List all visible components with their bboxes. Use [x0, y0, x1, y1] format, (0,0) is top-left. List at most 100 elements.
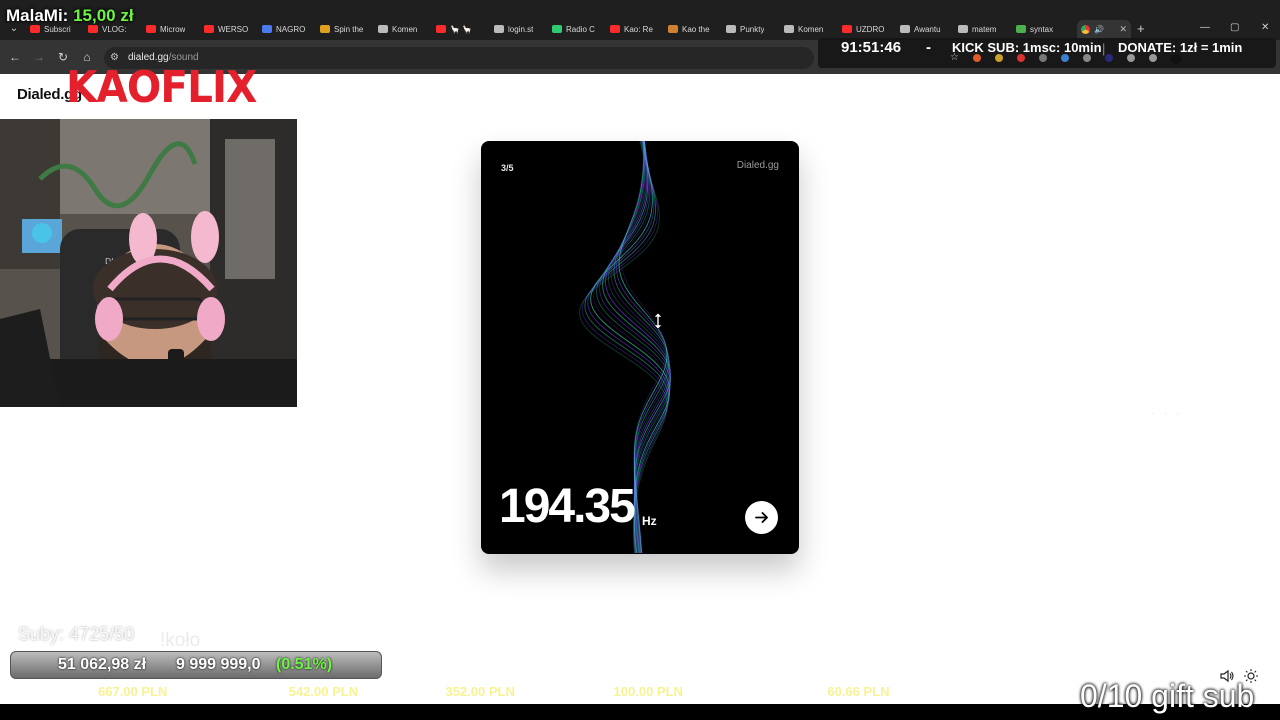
- goal-percent: (0.51%): [276, 656, 333, 673]
- top-donor-name: 1. catsookie -: [12, 684, 95, 699]
- top-donor-item: 4. Wygrana - 100.00 PLN: [533, 684, 683, 702]
- tab[interactable]: WERSO: [200, 20, 258, 38]
- tab[interactable]: UZDRO: [838, 20, 896, 38]
- tab-title: NAGRO: [276, 24, 306, 34]
- extension-icon[interactable]: [972, 54, 981, 62]
- top-donor-item: 5. kocham wersow - 60.66 PLN: [701, 684, 890, 702]
- top-donor-name: 2. James_twist -: [185, 684, 286, 699]
- next-button[interactable]: [745, 501, 778, 534]
- extension-icon[interactable]: [1060, 54, 1069, 62]
- globe-icon: [958, 25, 968, 33]
- minimize-button[interactable]: —: [1200, 22, 1210, 33]
- extension-icons: ☆: [950, 53, 1181, 64]
- close-window-button[interactable]: ✕: [1261, 22, 1269, 33]
- tab-title: Kao the: [682, 24, 710, 34]
- speaker-icon[interactable]: 🔊: [1094, 25, 1104, 34]
- tab-title: syntax: [1030, 24, 1054, 34]
- extension-icon[interactable]: [1126, 54, 1135, 62]
- globe-icon: [900, 25, 910, 33]
- new-tab-button[interactable]: +: [1137, 20, 1145, 38]
- tab[interactable]: Komen: [374, 20, 432, 38]
- extension-icon[interactable]: [1104, 54, 1113, 62]
- extension-icon[interactable]: [994, 54, 1003, 62]
- tab-title: Microw: [160, 24, 186, 34]
- top-donors-ticker: 1. catsookie - 667.00 PLN 2. James_twist …: [12, 684, 890, 702]
- tab[interactable]: Kao: Re: [606, 20, 664, 38]
- tab-title: Punkty: [740, 24, 765, 34]
- subathon-timer: 91:51:46: [841, 39, 902, 56]
- top-donor-amount: 60.66 PLN: [827, 684, 890, 699]
- donor-amount: 15,00 zł: [73, 6, 134, 25]
- profile-avatar[interactable]: [1170, 54, 1181, 64]
- wheel-command: !koło: [160, 630, 201, 651]
- tab[interactable]: Punkty: [722, 20, 780, 38]
- tab-strip: ⌄ Subscri VLOG: Microw WERSO NAGRO Spin the Ko…: [0, 0, 1280, 40]
- tab-title: login.st: [508, 24, 534, 34]
- tab-title: Spin the: [334, 24, 364, 34]
- tab-title: Komen: [798, 24, 824, 34]
- bookmark-star-icon[interactable]: ☆: [950, 53, 959, 64]
- screen: ⌄ Subscri VLOG: Microw WERSO NAGRO Spin the Ko…: [0, 0, 1280, 720]
- tab[interactable]: login.st: [490, 20, 548, 38]
- tab-close-button[interactable]: ✕: [1119, 24, 1127, 35]
- top-donor-name: 5. kocham wersow -: [700, 684, 824, 699]
- top-donor-name: 3. MalaMi -: [376, 684, 442, 699]
- goal-target: 9 999 999,0: [176, 656, 261, 673]
- back-button[interactable]: ←: [7, 49, 23, 65]
- tab-title: Kao: Re: [624, 24, 653, 34]
- tab[interactable]: NAGRO: [258, 20, 316, 38]
- tab-title: UZDRO: [856, 24, 885, 34]
- globe-icon: [784, 25, 794, 33]
- kick-sub-rate: KICK SUB: 1msc: 10min: [952, 40, 1102, 55]
- subs-counter: Suby: 4725/50: [18, 624, 135, 644]
- forward-button[interactable]: →: [31, 49, 47, 65]
- tab[interactable]: Awantu: [896, 20, 954, 38]
- globe-icon: [726, 25, 736, 33]
- top-donor-amount: 352.00 PLN: [445, 684, 515, 699]
- tab[interactable]: 🦙 🦙: [432, 20, 490, 38]
- maximize-button[interactable]: ▢: [1230, 22, 1239, 33]
- document-icon: [262, 25, 272, 33]
- tab[interactable]: matem: [954, 20, 1012, 38]
- radio-icon: [552, 25, 562, 33]
- top-donor-item: 1. catsookie - 667.00 PLN: [12, 684, 167, 702]
- channel-brand-logo: KAOFLIX: [66, 62, 257, 113]
- top-donor-amount: 100.00 PLN: [613, 684, 683, 699]
- chrome-icon: [1016, 25, 1026, 33]
- top-donor-amount: 667.00 PLN: [98, 684, 168, 699]
- tab-title: matem: [972, 24, 997, 34]
- youtube-icon: [842, 25, 852, 33]
- tab[interactable]: Komen: [780, 20, 838, 38]
- youtube-icon: [88, 25, 98, 33]
- tab[interactable]: Radio C: [548, 20, 606, 38]
- tab[interactable]: Microw: [142, 20, 200, 38]
- timer-separator: -: [926, 39, 931, 56]
- globe-icon: [494, 25, 504, 33]
- tab-title: WERSO: [218, 24, 249, 34]
- youtube-icon: [146, 25, 156, 33]
- arrow-right-icon: [755, 512, 768, 523]
- tone-card: 3/5 Dialed.gg 194.35 Hz: [481, 141, 799, 554]
- top-donor-item: 3. MalaMi - 352.00 PLN: [376, 684, 515, 702]
- faint-overlay-text: · · ·: [1150, 402, 1181, 425]
- top-donor-item: 2. James_twist - 542.00 PLN: [185, 684, 358, 702]
- extension-icon[interactable]: [1148, 54, 1157, 62]
- last-donation: MalaMi: 15,00 zł: [6, 6, 134, 26]
- resize-cursor-icon: [653, 312, 663, 330]
- tab[interactable]: syntax: [1012, 20, 1070, 38]
- chrome-icon: [1081, 24, 1090, 34]
- question-counter: 3/5: [501, 163, 514, 173]
- extension-icon[interactable]: [1082, 54, 1091, 62]
- youtube-icon: [436, 25, 446, 33]
- tab-active[interactable]: 🔊 ✕: [1077, 20, 1131, 38]
- top-donor-amount: 542.00 PLN: [288, 684, 359, 699]
- tab-title: Radio C: [566, 24, 595, 34]
- extension-icon[interactable]: [1016, 54, 1025, 62]
- extension-icon[interactable]: [1038, 54, 1047, 62]
- donor-name: MalaMi:: [6, 6, 69, 25]
- card-brand: Dialed.gg: [736, 160, 779, 171]
- tab[interactable]: Spin the: [316, 20, 374, 38]
- youtube-icon: [30, 25, 40, 33]
- tab[interactable]: Kao the: [664, 20, 722, 38]
- top-donor-name: 4. Wygrana -: [532, 684, 610, 699]
